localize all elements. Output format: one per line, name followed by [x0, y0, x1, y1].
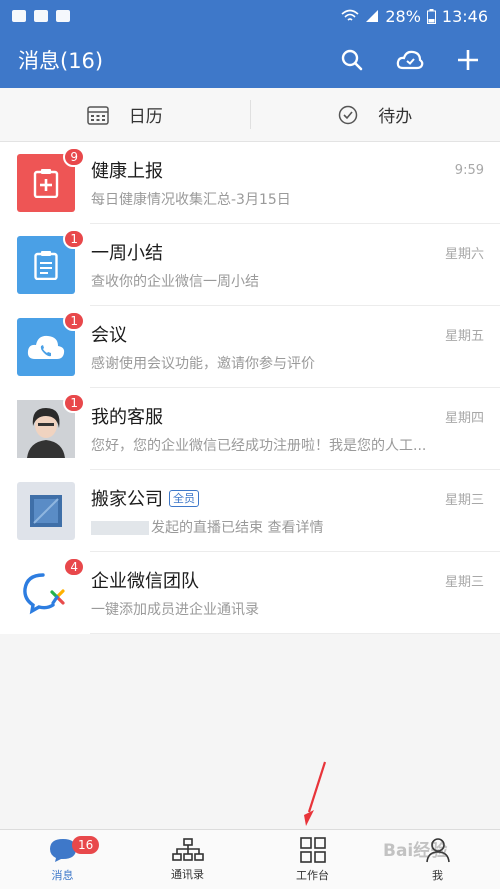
- todo-label: 待办: [378, 107, 413, 127]
- battery-icon: [426, 8, 436, 24]
- messages-badge: 16: [72, 836, 100, 854]
- wifi-icon: [341, 9, 359, 21]
- tab-messages-label: 消息: [51, 868, 74, 882]
- avatar: 1: [17, 393, 85, 458]
- clock: 13:46: [441, 6, 488, 26]
- avatar: 1: [17, 229, 85, 294]
- calendar-icon: [87, 105, 109, 125]
- plus-icon: [458, 50, 478, 70]
- unread-badge: 9: [63, 147, 85, 167]
- conversation-time: 星期三: [444, 492, 484, 508]
- unread-badge: 4: [63, 557, 85, 577]
- conversation-row[interactable]: 1 我的客服 星期四 您好，您的企业微信已经成功注册啦！我是您的人工...: [0, 388, 500, 470]
- grid-icon: [299, 836, 326, 863]
- search-icon: [341, 49, 363, 71]
- page-title: 消息(16): [18, 49, 104, 73]
- all-members-tag: 全员: [169, 489, 199, 507]
- check-circle-icon: [339, 105, 358, 124]
- conversation-name: 企业微信团队: [91, 571, 199, 592]
- conversation-preview: 一键添加成员进企业通讯录: [91, 602, 259, 618]
- conversation-preview: 您好，您的企业微信已经成功注册啦！我是您的人工...: [91, 438, 427, 454]
- clipboard-icon: [34, 251, 58, 280]
- conversation-preview: 查收你的企业微信一周小结: [91, 274, 259, 290]
- conversation-time: 星期四: [444, 410, 484, 426]
- conversation-name: 一周小结: [91, 243, 163, 264]
- conversation-time: 星期三: [444, 574, 484, 590]
- wecom-team-logo-icon: [23, 573, 65, 615]
- tab-contacts-label: 通讯录: [171, 867, 204, 881]
- calendar-label: 日历: [128, 107, 163, 127]
- signal-icon: [366, 10, 379, 22]
- search-button[interactable]: [338, 46, 366, 74]
- image-notification-icon: [34, 10, 48, 22]
- tab-contacts[interactable]: 通讯录: [125, 830, 250, 889]
- conversation-time: 星期五: [444, 328, 484, 344]
- tab-me-label: 我: [432, 868, 443, 882]
- conversation-name: 搬家公司: [91, 489, 163, 510]
- cloud-button[interactable]: [396, 46, 424, 74]
- todo-shortcut[interactable]: 待办: [251, 88, 500, 141]
- status-bar: 28% 13:46: [0, 0, 500, 32]
- watermark: Bai经验: [383, 841, 448, 861]
- cloud-icon: [396, 50, 424, 70]
- conversation-preview: 每日健康情况收集汇总-3月15日: [91, 192, 291, 208]
- add-button[interactable]: [454, 46, 482, 74]
- avatar: 9: [17, 147, 85, 212]
- company-logo-icon: [30, 495, 62, 527]
- avatar: 1: [17, 311, 85, 376]
- conversation-time: 星期六: [444, 246, 484, 262]
- avatar: 4: [17, 557, 85, 622]
- conversation-row[interactable]: 1 一周小结 星期六 查收你的企业微信一周小结: [0, 224, 500, 306]
- blurred-name: [91, 521, 149, 535]
- message-notification-icon: [12, 10, 26, 22]
- tab-workbench[interactable]: 工作台: [250, 830, 375, 889]
- conversation-name: 健康上报: [91, 161, 163, 182]
- message-list: 9 健康上报 9:59 每日健康情况收集汇总-3月15日 1 一周小结 星期六 …: [0, 142, 500, 634]
- tab-workbench-label: 工作台: [296, 868, 329, 882]
- tab-messages[interactable]: 消息 16: [0, 830, 125, 889]
- battery-level: 28%: [385, 6, 421, 26]
- org-chart-icon: [171, 837, 204, 861]
- conversation-row[interactable]: 4 企业微信团队 星期三 一键添加成员进企业通讯录: [0, 552, 500, 634]
- conversation-preview: 发起的直播已结束 查看详情: [151, 520, 324, 536]
- unread-badge: 1: [63, 393, 85, 413]
- conversation-row[interactable]: 9 健康上报 9:59 每日健康情况收集汇总-3月15日: [0, 142, 500, 224]
- avatar: [17, 482, 75, 540]
- conversation-row[interactable]: 搬家公司 全员 星期三 发起的直播已结束 查看详情: [0, 470, 500, 552]
- health-report-icon: [33, 169, 59, 198]
- conversation-time: 9:59: [454, 162, 484, 178]
- cloud-phone-icon: [27, 335, 65, 359]
- unread-badge: 1: [63, 229, 85, 249]
- unread-badge: 1: [63, 311, 85, 331]
- app-bar: 消息(16): [0, 32, 500, 88]
- conversation-preview-wrap: 发起的直播已结束 查看详情: [91, 517, 484, 537]
- quick-bar: 日历 待办: [0, 88, 500, 142]
- conversation-preview: 感谢使用会议功能，邀请你参与评价: [91, 356, 315, 372]
- conversation-row[interactable]: 1 会议 星期五 感谢使用会议功能，邀请你参与评价: [0, 306, 500, 388]
- conversation-name: 我的客服: [91, 407, 163, 428]
- calendar-shortcut[interactable]: 日历: [0, 88, 250, 141]
- conversation-name: 会议: [91, 325, 127, 346]
- bag-notification-icon: [56, 10, 70, 22]
